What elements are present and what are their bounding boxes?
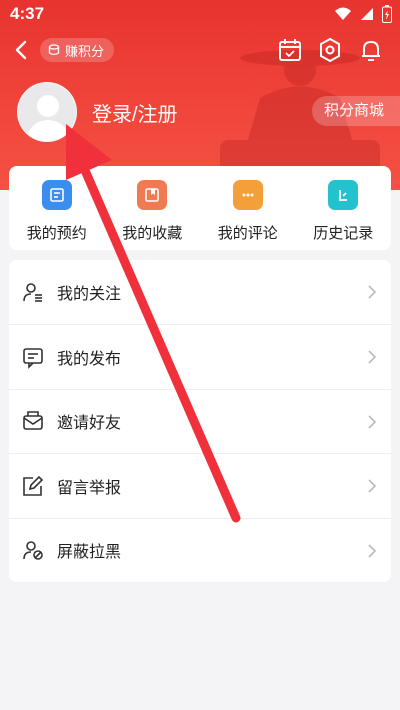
menu-item-following[interactable]: 我的关注 bbox=[9, 260, 391, 324]
block-icon bbox=[23, 541, 43, 561]
quick-action-label: 历史记录 bbox=[313, 225, 374, 242]
chevron-right-icon bbox=[368, 415, 377, 429]
wifi-icon bbox=[335, 7, 351, 20]
settings-icon[interactable] bbox=[316, 36, 344, 64]
battery-icon bbox=[382, 5, 392, 23]
calendar-icon[interactable] bbox=[276, 36, 304, 64]
quick-action-appointment[interactable]: 我的预约 bbox=[9, 166, 105, 250]
menu-list: 我的关注 我的发布 邀请好友 留言举报 屏蔽拉黑 bbox=[9, 260, 391, 582]
menu-item-label: 邀请好友 bbox=[57, 415, 122, 433]
quick-action-label: 我的评论 bbox=[217, 225, 278, 242]
menu-item-posts[interactable]: 我的发布 bbox=[9, 324, 391, 388]
status-bar: 4:37 bbox=[0, 0, 400, 28]
comments-icon bbox=[232, 180, 263, 210]
login-register-link[interactable]: 登录/注册 bbox=[92, 98, 178, 127]
chevron-right-icon bbox=[368, 479, 377, 493]
menu-item-invite[interactable]: 邀请好友 bbox=[9, 388, 391, 453]
menu-item-label: 留言举报 bbox=[57, 479, 122, 497]
chevron-right-icon bbox=[368, 350, 377, 364]
posts-icon bbox=[23, 348, 43, 370]
quick-action-comments[interactable]: 我的评论 bbox=[200, 166, 296, 250]
earn-points-label: 赚积分 bbox=[65, 43, 105, 59]
history-icon bbox=[328, 180, 359, 210]
points-mall-button[interactable]: 积分商城 bbox=[312, 96, 400, 126]
favorites-icon bbox=[137, 180, 168, 210]
default-avatar-icon bbox=[26, 95, 70, 141]
avatar[interactable] bbox=[17, 82, 77, 142]
menu-item-block[interactable]: 屏蔽拉黑 bbox=[9, 517, 391, 582]
chevron-right-icon bbox=[368, 543, 377, 558]
invite-icon bbox=[23, 411, 43, 431]
menu-item-label: 我的关注 bbox=[57, 286, 122, 304]
appointment-icon bbox=[41, 180, 72, 210]
top-nav: 赚积分 bbox=[0, 32, 400, 68]
menu-item-label: 我的发布 bbox=[57, 351, 122, 369]
quick-actions-card: 我的预约 我的收藏 我的评论 历史记录 bbox=[9, 166, 391, 250]
notification-bell-icon[interactable] bbox=[357, 36, 385, 64]
menu-item-report[interactable]: 留言举报 bbox=[9, 453, 391, 517]
status-time: 4:37 bbox=[10, 4, 45, 23]
quick-action-label: 我的预约 bbox=[26, 225, 87, 242]
coins-icon bbox=[48, 44, 60, 56]
quick-action-favorites[interactable]: 我的收藏 bbox=[105, 166, 201, 250]
chevron-right-icon bbox=[368, 285, 377, 299]
profile-header: 4:37 赚积分 登录/注册 积分商城 bbox=[0, 0, 400, 190]
signal-icon bbox=[361, 8, 373, 20]
quick-action-label: 我的收藏 bbox=[122, 225, 183, 242]
following-icon bbox=[23, 283, 42, 302]
report-icon bbox=[23, 475, 44, 496]
earn-points-button[interactable]: 赚积分 bbox=[40, 38, 115, 62]
menu-item-label: 屏蔽拉黑 bbox=[57, 544, 122, 562]
back-icon[interactable] bbox=[10, 36, 34, 64]
quick-action-history[interactable]: 历史记录 bbox=[296, 166, 392, 250]
